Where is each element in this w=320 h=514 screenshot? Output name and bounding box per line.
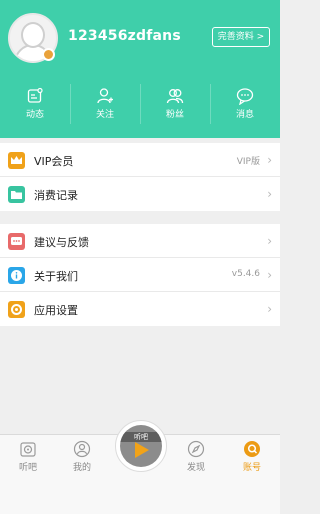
post-icon [27,87,43,103]
menu-item-about[interactable]: 关于我们 v5.4.6 › [0,258,280,292]
tab-label-listen: 听吧 [18,463,37,473]
profile-header: 123456zdfans 完善资料 > 动态 关注 粉丝 消息 [0,0,280,138]
center-play-artwork: 听吧 [120,425,162,467]
menu-label-feedback: 建议与反馈 [34,236,89,249]
center-play-button[interactable]: 听吧 [115,420,167,472]
menu-item-settings[interactable]: 应用设置 › [0,292,280,326]
avatar-badge-icon [42,48,55,61]
app-version: v5.4.6 [231,269,260,279]
chevron-right-icon: › [267,234,272,248]
stat-label-fans: 粉丝 [165,110,184,120]
tab-listen[interactable]: 听吧 [0,435,56,479]
menu-item-feedback[interactable]: 建议与反馈 › [0,224,280,258]
menu-group-account: VIP会员 VIP版 › 消费记录 › [0,143,280,211]
menu-group-app: 建议与反馈 › 关于我们 v5.4.6 › 应用设置 › [0,224,280,326]
menu-item-vip[interactable]: VIP会员 VIP版 › [0,143,280,177]
play-icon [135,442,149,458]
stats-bar: 动态 关注 粉丝 消息 [0,80,280,130]
chevron-right-icon: › [267,268,272,282]
settings-icon [8,301,25,318]
menu-label-vip: VIP会员 [34,155,74,168]
stat-messages[interactable]: 消息 [210,80,280,130]
tab-label-account: 账号 [242,463,261,473]
radio-icon [20,442,36,457]
stat-label-posts: 动态 [25,110,44,120]
fans-icon [166,89,184,104]
folder-icon [8,186,25,203]
chevron-right-icon: › [267,302,272,316]
chevron-right-icon: › [267,187,272,201]
tab-discover[interactable]: 发现 [168,435,224,479]
menu-label-about: 关于我们 [34,270,78,283]
account-icon [244,441,260,457]
message-icon [236,88,254,105]
stat-label-messages: 消息 [235,110,254,120]
username: 123456zdfans [68,28,181,44]
chevron-right-icon: › [267,153,272,167]
menu-value-vip: VIP版 [236,157,260,167]
menu-label-purchase-history: 消费记录 [34,189,78,202]
compass-icon [187,440,205,458]
menu-label-settings: 应用设置 [34,304,78,317]
stat-fans[interactable]: 粉丝 [140,80,210,130]
person-icon [73,440,91,458]
feedback-icon [8,233,25,250]
center-play-text: 听吧 [120,432,162,442]
stat-following[interactable]: 关注 [70,80,140,130]
info-icon [8,267,25,284]
tab-label-discover: 发现 [186,463,205,473]
tab-mine[interactable]: 我的 [54,435,110,479]
avatar-head [21,22,45,48]
stat-posts[interactable]: 动态 [0,80,70,130]
edit-profile-button[interactable]: 完善资料 > [212,27,270,47]
tab-account[interactable]: 账号 [224,435,280,479]
crown-icon [8,152,25,169]
tab-label-mine: 我的 [72,463,91,473]
stat-label-following: 关注 [95,110,114,120]
add-user-icon [97,88,113,104]
menu-item-purchase-history[interactable]: 消费记录 › [0,177,280,211]
